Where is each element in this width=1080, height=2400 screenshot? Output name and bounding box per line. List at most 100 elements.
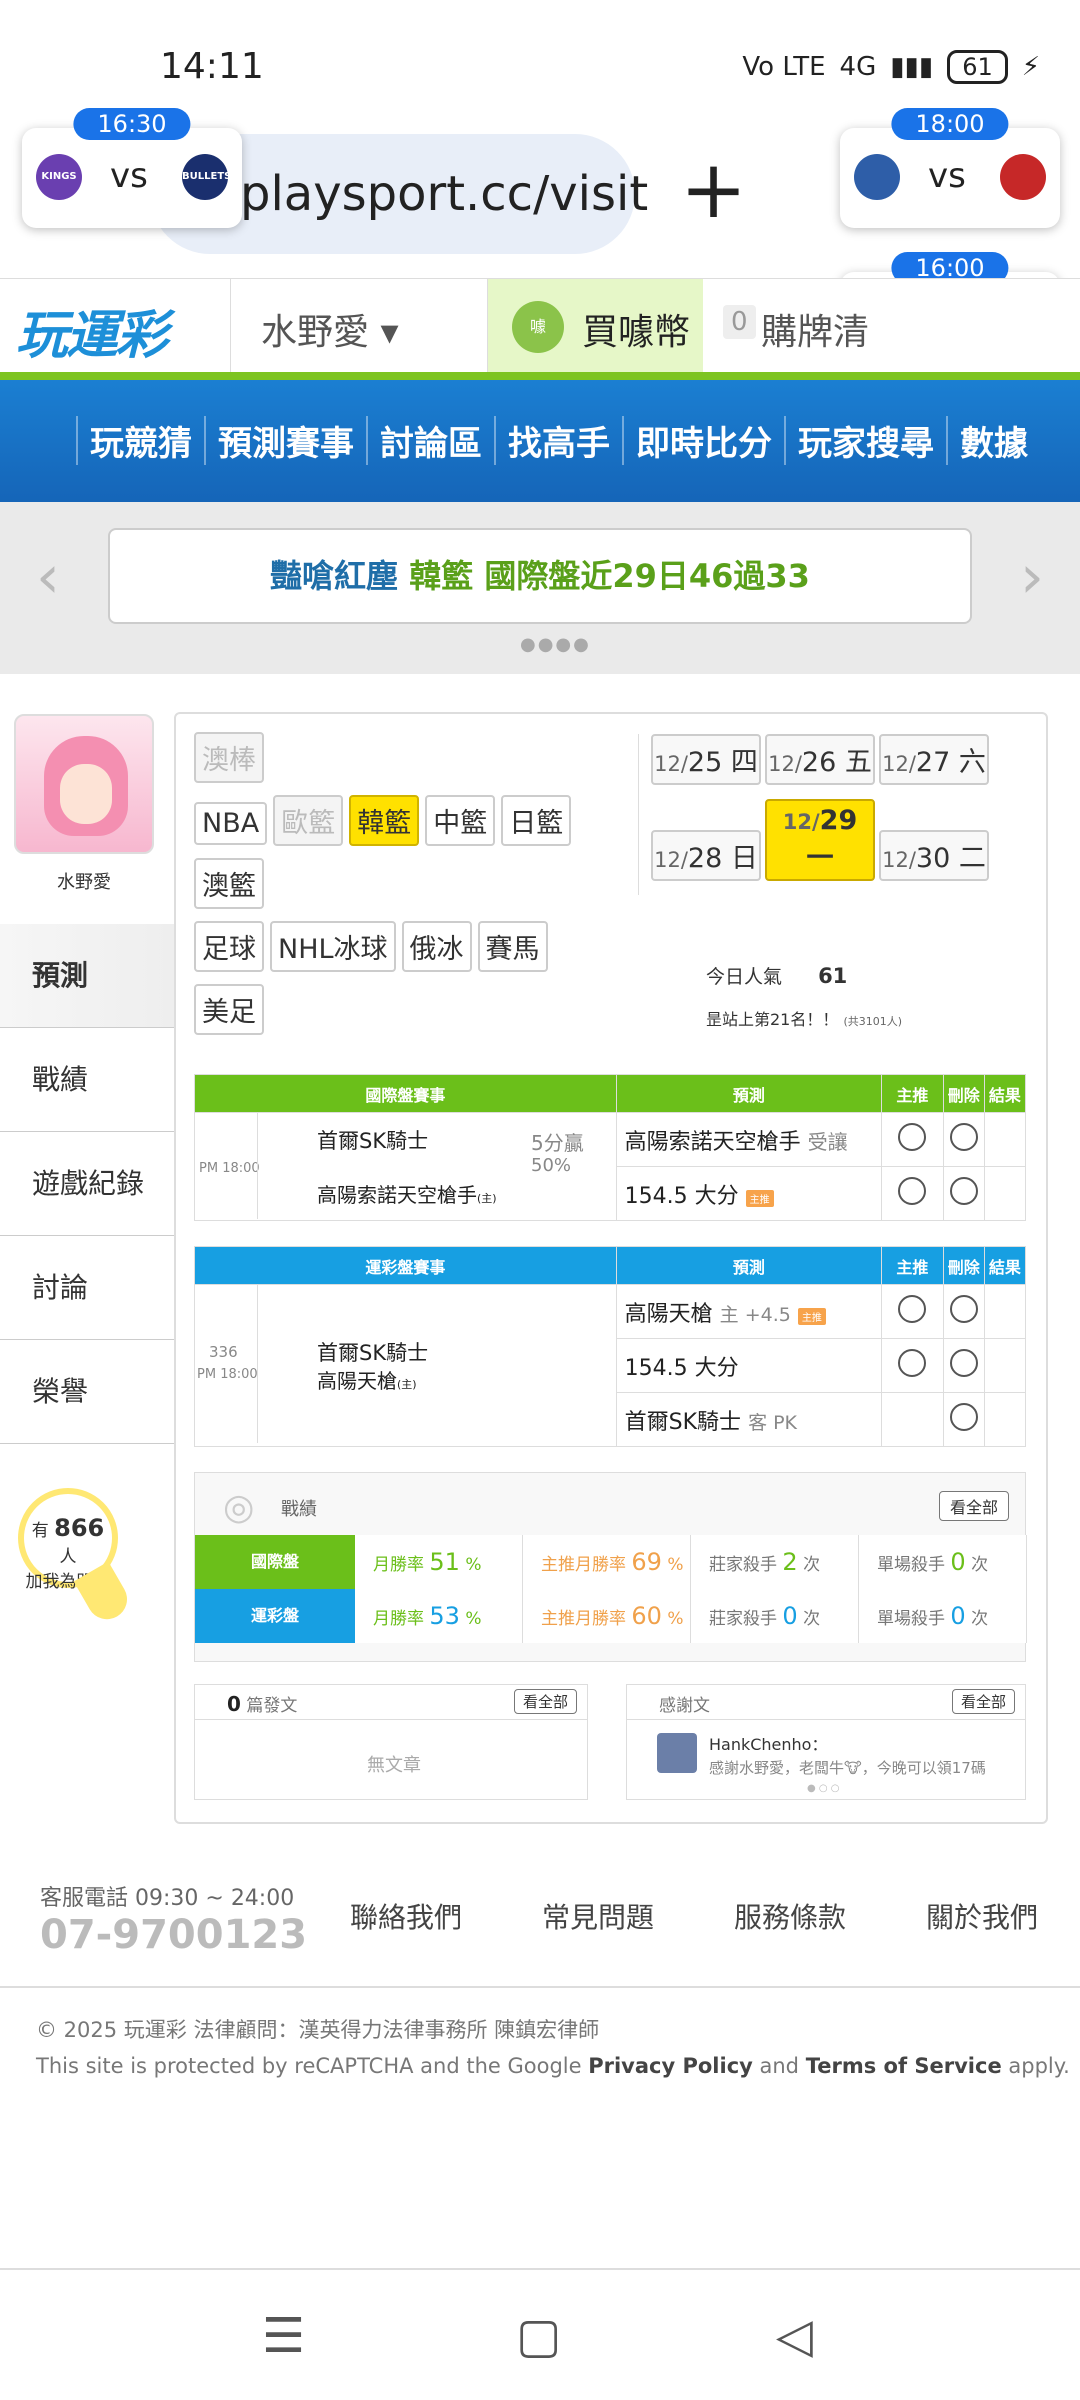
- nav-item[interactable]: 即時比分: [622, 416, 784, 465]
- th: 預測: [615, 1074, 883, 1113]
- radio-icon[interactable]: [949, 1176, 978, 1205]
- match-time-badge: 16:30: [73, 108, 191, 140]
- posts-more-button[interactable]: 看全部: [513, 1689, 577, 1714]
- coin-icon: 噱: [512, 301, 564, 353]
- league-tag[interactable]: 日籃: [501, 795, 572, 846]
- nav-item[interactable]: 玩競猜: [76, 416, 204, 465]
- radio-icon[interactable]: [949, 1122, 978, 1151]
- league-tag[interactable]: 美足: [194, 984, 264, 1035]
- thanks-more-button[interactable]: 看全部: [951, 1689, 1015, 1714]
- date-month: 12/: [654, 752, 688, 776]
- delete-cell[interactable]: [942, 1112, 985, 1167]
- date-button[interactable]: 12/29 一: [765, 799, 875, 881]
- service-phone[interactable]: 07-9700123: [40, 1912, 307, 1958]
- brand-logo[interactable]: 玩運彩: [16, 293, 168, 368]
- terms-link[interactable]: Terms of Service: [806, 2054, 1002, 2078]
- nav-item[interactable]: 數據: [946, 416, 1040, 465]
- main-pick-cell[interactable]: [881, 1166, 944, 1221]
- date-button[interactable]: 12/27 六: [879, 734, 989, 785]
- chevron-right-icon[interactable]: ›: [1020, 542, 1044, 612]
- killer-unit: 次: [803, 1555, 821, 1575]
- radio-icon[interactable]: [898, 1122, 927, 1151]
- date-button[interactable]: 12/30 二: [879, 830, 989, 881]
- radio-icon[interactable]: [949, 1348, 978, 1377]
- side-item-discussion[interactable]: 討論: [0, 1236, 176, 1340]
- footer-link-faq[interactable]: 常見問題: [542, 1896, 654, 1936]
- rate-label: 月勝率: [373, 1555, 424, 1575]
- card-count: 0: [723, 305, 756, 339]
- and-text: and: [752, 2054, 806, 2078]
- main-pick-cell[interactable]: [881, 1112, 944, 1167]
- main-pick-cell[interactable]: [881, 1338, 944, 1393]
- delete-cell[interactable]: [942, 1166, 985, 1221]
- banner[interactable]: 豔嗆紅塵 韓籃 國際盤近29日46過33: [108, 528, 972, 624]
- team-home: 高陽天槍(主): [317, 1365, 417, 1394]
- league-tag[interactable]: 中籃: [425, 795, 496, 846]
- delete-cell[interactable]: [942, 1338, 985, 1393]
- date-month: 12/: [654, 848, 688, 872]
- thanks-user[interactable]: HankChenho：: [709, 1731, 827, 1755]
- league-tag[interactable]: 澳棒: [194, 732, 264, 783]
- user-dropdown[interactable]: 水野愛 ▾: [230, 279, 488, 375]
- home-icon[interactable]: ▢: [516, 2308, 561, 2364]
- league-tag[interactable]: 賽馬: [477, 921, 548, 972]
- posts-header: 0 篇發文: [227, 1691, 297, 1716]
- side-item-game-log[interactable]: 遊戲紀錄: [0, 1132, 176, 1236]
- prediction-cell: 154.5 大分 主推: [615, 1166, 883, 1221]
- nav-item[interactable]: 討論區: [366, 416, 494, 465]
- lottery-prediction-table: 運彩盤賽事 預測 主推 刪除 結果 336 PM 18:00 首爾SK騎士 高陽…: [194, 1246, 1027, 1447]
- record-more-button[interactable]: 看全部: [938, 1491, 1009, 1521]
- league-tag[interactable]: 澳籃: [194, 858, 264, 909]
- single-killer: 單場殺手 0 次: [859, 1589, 1027, 1643]
- footer-link-about[interactable]: 關於我們: [926, 1896, 1038, 1936]
- score-card-2[interactable]: 18:00 vs: [840, 108, 1060, 228]
- league-tag[interactable]: 韓籃: [349, 795, 420, 846]
- record-summary: ◎ 戰績 看全部 國際盤 月勝率 51 % 主推月勝率 69 % 莊家殺手 2 …: [194, 1472, 1027, 1662]
- avatar[interactable]: [657, 1733, 697, 1773]
- league-tag[interactable]: 足球: [194, 921, 264, 972]
- date-button[interactable]: 12/25 四: [651, 734, 761, 785]
- status-icons: Vo LTE 4G ▮▮▮ 61 ⚡: [742, 50, 1040, 84]
- back-icon[interactable]: ◁: [776, 2308, 813, 2364]
- chevron-left-icon[interactable]: ‹: [36, 542, 60, 612]
- delete-cell[interactable]: [942, 1284, 985, 1339]
- league-tag[interactable]: 歐籃: [273, 795, 344, 846]
- footer-link-terms[interactable]: 服務條款: [734, 1896, 846, 1936]
- privacy-link[interactable]: Privacy Policy: [588, 2054, 753, 2078]
- footer-link-contact[interactable]: 聯絡我們: [350, 1896, 462, 1936]
- avatar[interactable]: [14, 714, 154, 854]
- status-time: 14:11: [160, 46, 264, 87]
- side-item-honor[interactable]: 榮譽: [0, 1340, 176, 1444]
- pred-sub: 主 +4.5: [719, 1303, 791, 1326]
- date-month: 12/: [882, 848, 916, 872]
- date-button[interactable]: 12/28 日: [651, 830, 761, 881]
- score-card-1[interactable]: 16:30 KINGS vs BULLETS: [22, 108, 242, 228]
- killer-value: 2: [782, 1548, 798, 1576]
- side-item-record[interactable]: 戰績: [0, 1028, 176, 1132]
- date-button[interactable]: 12/26 五: [765, 734, 875, 785]
- result-cell: [983, 1284, 1027, 1339]
- thanks-label: 感謝文: [659, 1696, 710, 1716]
- nav-item[interactable]: 玩家搜尋: [784, 416, 946, 465]
- main-pick-cell[interactable]: [881, 1284, 944, 1339]
- main-month-rate: 主推月勝率 60 %: [523, 1589, 691, 1643]
- record-row-label: 國際盤: [195, 1535, 355, 1589]
- record-row-label: 運彩盤: [195, 1589, 355, 1643]
- menu-icon[interactable]: ☰: [262, 2308, 305, 2364]
- radio-icon[interactable]: [949, 1402, 978, 1431]
- buy-card-button[interactable]: 0 購牌清: [703, 279, 883, 375]
- league-tag[interactable]: 俄冰: [401, 921, 472, 972]
- radio-icon[interactable]: [949, 1294, 978, 1323]
- nav-item[interactable]: 找高手: [494, 416, 622, 465]
- side-item-predict[interactable]: 預測: [0, 924, 176, 1028]
- radio-icon[interactable]: [898, 1294, 927, 1323]
- radio-icon[interactable]: [898, 1348, 927, 1377]
- radio-icon[interactable]: [898, 1176, 927, 1205]
- delete-cell[interactable]: [942, 1392, 985, 1447]
- nav-item[interactable]: 預測賽事: [204, 416, 366, 465]
- new-tab-button[interactable]: +: [680, 150, 747, 230]
- league-tag[interactable]: NHL冰球: [270, 921, 396, 972]
- league-tag[interactable]: NBA: [194, 802, 268, 845]
- buy-coin-button[interactable]: 噱 買噱幣: [488, 279, 703, 375]
- main-pick-cell: [881, 1392, 944, 1447]
